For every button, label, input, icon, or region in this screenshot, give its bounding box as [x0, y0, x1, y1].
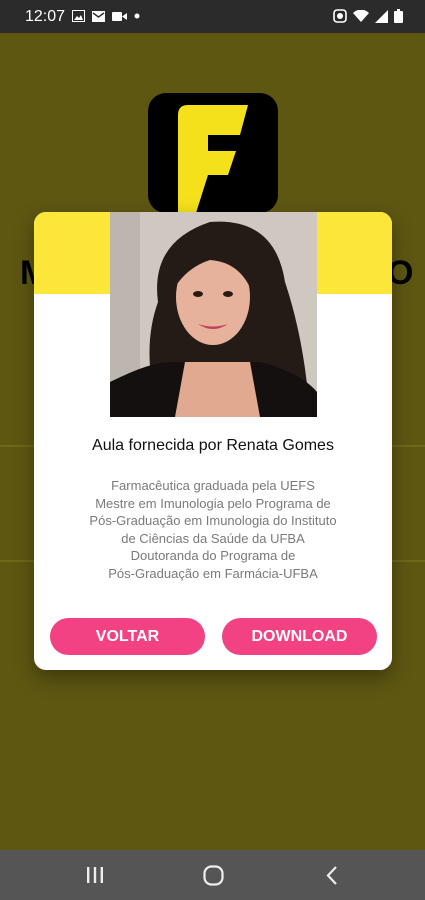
- image-icon: [72, 10, 85, 22]
- back-button[interactable]: VOLTAR: [50, 618, 205, 655]
- instructor-photo: [110, 212, 317, 417]
- bio-line: Farmacêutica graduada pela UEFS: [111, 478, 315, 493]
- dot-icon: [134, 13, 140, 19]
- bio-line: de Ciências da Saúde da UFBA: [121, 530, 305, 546]
- bio-line: Pós-Graduação em Farmácia-UFBA: [108, 565, 318, 581]
- home-icon[interactable]: [203, 865, 224, 886]
- video-icon: [112, 11, 127, 21]
- back-icon[interactable]: [325, 865, 339, 886]
- status-time: 12:07: [25, 8, 66, 25]
- status-left-icons: [72, 10, 140, 22]
- signal-icon: [375, 9, 388, 23]
- bio-line: Doutoranda do Programa de: [130, 548, 296, 563]
- instructor-dialog: Aula fornecida por Renata Gomes Farmacêu…: [34, 212, 392, 670]
- bio-line: Pós-Graduação em Imunologia do Instituto: [89, 513, 337, 528]
- instructor-bio: Farmacêutica graduada pela UEFS Mestre e…: [34, 477, 392, 582]
- status-bar: 12:07: [0, 0, 425, 33]
- instructor-title: Aula fornecida por Renata Gomes: [92, 437, 334, 454]
- recent-apps-icon[interactable]: [86, 866, 104, 884]
- navigation-bar: [0, 850, 425, 900]
- app-logo: [148, 93, 278, 213]
- mail-icon: [92, 10, 105, 22]
- bio-line: Mestre em Imunologia pelo Programa de: [95, 495, 331, 511]
- wifi-icon: [353, 9, 369, 22]
- alarm-icon: [333, 9, 347, 23]
- status-right-icons: [333, 9, 403, 23]
- download-button[interactable]: DOWNLOAD: [222, 618, 377, 655]
- battery-icon: [394, 9, 403, 23]
